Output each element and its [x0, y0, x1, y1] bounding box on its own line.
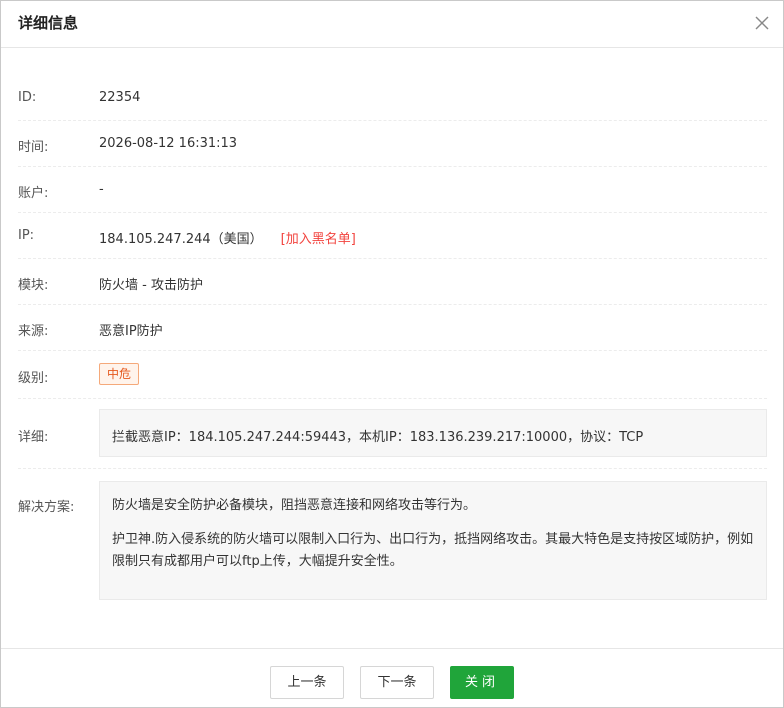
solution-para-1: 防火墙是安全防护必备模块，阻挡恶意连接和网络攻击等行为。: [112, 498, 477, 513]
dialog-header: 详细信息: [1, 1, 783, 48]
close-icon[interactable]: [753, 14, 771, 32]
add-blacklist-link[interactable]: [加入黑名单]: [281, 232, 356, 247]
module-value: 防火墙 - 攻击防护: [99, 278, 203, 293]
dialog-title: 详细信息: [18, 14, 79, 32]
row-id: ID: 22354: [18, 75, 767, 121]
row-account: 账户: -: [18, 167, 767, 213]
row-ip: IP: 184.105.247.244（美国） [加入黑名单]: [18, 213, 767, 259]
close-button[interactable]: 关闭: [450, 666, 514, 699]
level-badge: 中危: [99, 363, 140, 385]
detail-box: 拦截恶意IP：184.105.247.244:59443，本机IP：183.13…: [99, 409, 767, 457]
account-label: 账户:: [18, 186, 49, 201]
solution-para-2: 护卫神.防入侵系统的防火墙可以限制入口行为、出口行为，抵挡网络攻击。其最大特色是…: [112, 532, 754, 569]
module-label: 模块:: [18, 278, 49, 293]
id-label: ID:: [18, 90, 37, 105]
row-solution: 解决方案: 防火墙是安全防护必备模块，阻挡恶意连接和网络攻击等行为。 护卫神.防…: [18, 469, 767, 611]
ip-label: IP:: [18, 228, 35, 243]
dialog-footer: 上一条 下一条 关闭: [1, 648, 783, 708]
next-button[interactable]: 下一条: [360, 666, 434, 699]
source-value: 恶意IP防护: [99, 324, 163, 339]
solution-label: 解决方案:: [18, 500, 75, 515]
row-source: 来源: 恶意IP防护: [18, 305, 767, 351]
detail-label: 详细:: [18, 430, 49, 445]
solution-box: 防火墙是安全防护必备模块，阻挡恶意连接和网络攻击等行为。 护卫神.防入侵系统的防…: [99, 481, 767, 600]
detail-dialog: 详细信息 ID: 22354 时间: 2026-08-12 16:31:13 账…: [0, 0, 784, 708]
level-label: 级别:: [18, 371, 49, 386]
level-value-wrap: 中危: [99, 363, 140, 385]
time-value: 2026-08-12 16:31:13: [99, 136, 238, 151]
row-time: 时间: 2026-08-12 16:31:13: [18, 121, 767, 167]
time-label: 时间:: [18, 140, 49, 155]
detail-value: 拦截恶意IP：184.105.247.244:59443，本机IP：183.13…: [112, 430, 644, 445]
id-value: 22354: [99, 90, 141, 105]
dialog-body: ID: 22354 时间: 2026-08-12 16:31:13 账户: - …: [1, 49, 783, 649]
row-detail: 详细: 拦截恶意IP：184.105.247.244:59443，本机IP：18…: [18, 399, 767, 469]
row-module: 模块: 防火墙 - 攻击防护: [18, 259, 767, 305]
row-level: 级别: 中危: [18, 351, 767, 399]
account-value: -: [99, 182, 104, 197]
source-label: 来源:: [18, 324, 49, 339]
ip-value-group: 184.105.247.244（美国） [加入黑名单]: [99, 228, 356, 247]
prev-button[interactable]: 上一条: [270, 666, 344, 699]
ip-value: 184.105.247.244（美国）: [99, 232, 263, 247]
